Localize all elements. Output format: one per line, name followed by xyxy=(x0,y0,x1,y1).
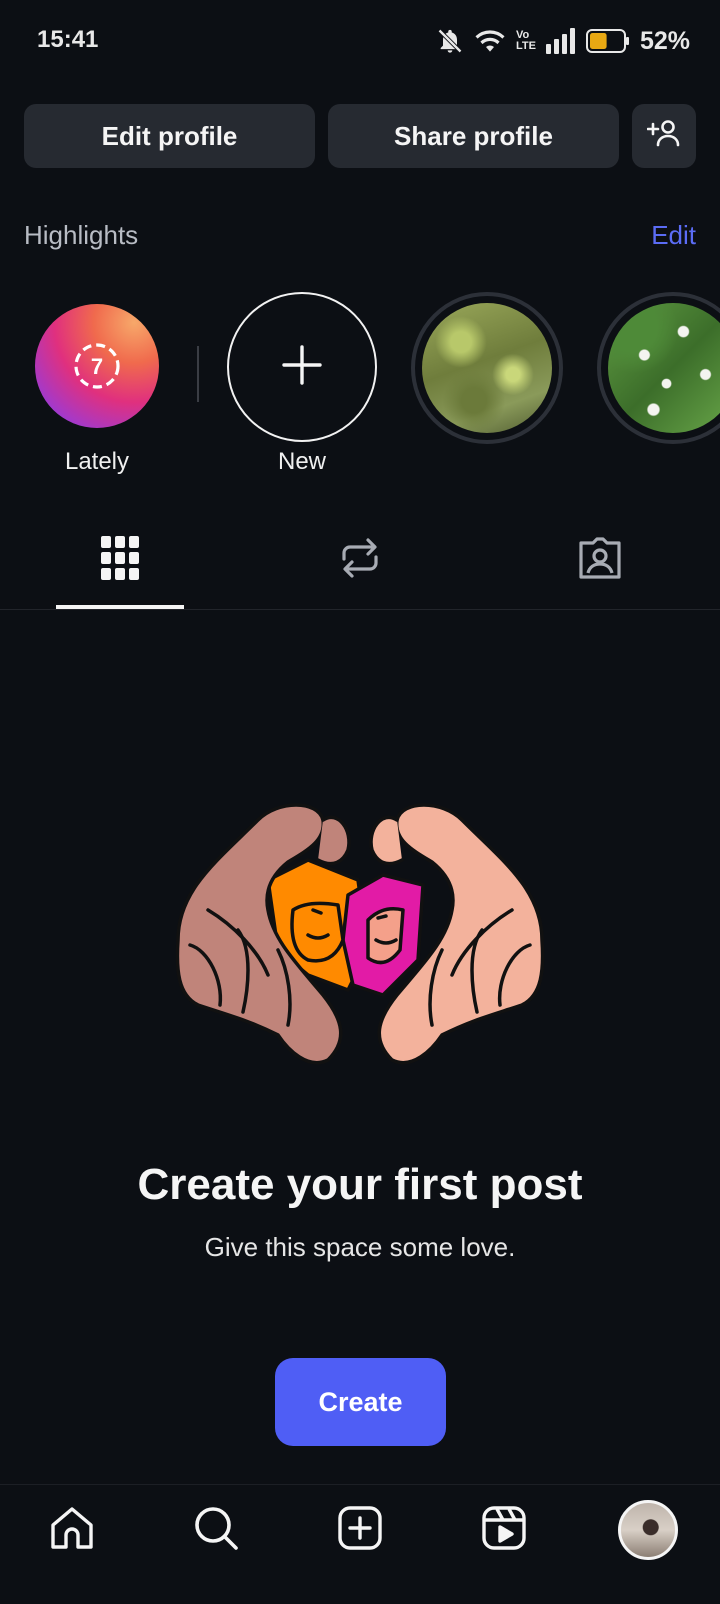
nav-home[interactable] xyxy=(12,1485,132,1575)
highlight-photo-2[interactable] xyxy=(597,292,720,444)
plus-icon xyxy=(280,343,324,392)
tab-grid[interactable] xyxy=(56,510,184,610)
highlight-photo-thumbnail xyxy=(422,303,552,433)
empty-state-subtitle: Give this space some love. xyxy=(204,1232,516,1262)
reels-icon xyxy=(481,1505,527,1556)
status-time: 15:41 xyxy=(37,26,99,53)
highlights-title: Highlights xyxy=(24,220,139,250)
tab-selected-indicator xyxy=(56,605,184,609)
highlight-photo-ring xyxy=(597,292,720,444)
highlight-photo-1[interactable] xyxy=(411,292,563,444)
create-post-button[interactable]: Create xyxy=(275,1358,446,1446)
share-profile-button[interactable]: Share profile xyxy=(328,104,619,168)
bottom-nav xyxy=(0,1484,720,1604)
empty-state-title: Create your first post xyxy=(137,1160,583,1209)
nav-create[interactable] xyxy=(300,1485,420,1575)
add-user-icon xyxy=(646,118,681,155)
home-icon xyxy=(49,1505,95,1556)
tab-tagged[interactable] xyxy=(536,510,664,610)
tagged-icon xyxy=(577,535,623,586)
avatar xyxy=(618,1500,678,1560)
battery-icon xyxy=(585,29,630,53)
nav-search[interactable] xyxy=(156,1485,276,1575)
profile-tabs xyxy=(0,510,720,610)
add-user-button[interactable] xyxy=(632,104,696,168)
lately-circle: 7 xyxy=(35,304,159,428)
status-icons: Vo LTE 52% xyxy=(436,24,690,58)
highlights-divider xyxy=(197,346,199,402)
search-icon xyxy=(193,1505,239,1556)
battery-percent: 52% xyxy=(639,26,690,55)
highlights-edit-link[interactable]: Edit xyxy=(651,220,696,251)
volte-label-bottom: LTE xyxy=(515,40,536,52)
plus-square-icon xyxy=(337,1505,383,1556)
lately-badge-number: 7 xyxy=(91,354,103,379)
highlight-photo-thumbnail xyxy=(608,303,720,433)
nav-reels[interactable] xyxy=(444,1485,564,1575)
heart-hands-illustration xyxy=(168,800,552,1070)
repost-icon xyxy=(340,535,380,586)
wifi-icon xyxy=(474,27,506,55)
highlight-new[interactable]: New xyxy=(226,292,378,475)
lately-badge-icon: 7 xyxy=(74,343,120,389)
edit-profile-button[interactable]: Edit profile xyxy=(24,104,315,168)
bell-muted-icon xyxy=(436,27,464,55)
highlight-lately[interactable]: 7 Lately xyxy=(34,292,160,475)
highlight-photo-ring xyxy=(411,292,563,444)
new-highlight-circle xyxy=(227,292,377,442)
highlight-label: Lately xyxy=(64,448,130,475)
nav-profile[interactable] xyxy=(588,1485,708,1575)
volte-icon: Vo LTE xyxy=(516,30,536,52)
highlight-label: New xyxy=(277,448,326,475)
signal-icon xyxy=(545,28,576,54)
status-bar: 15:41 Vo LTE 52% xyxy=(0,0,720,84)
grid-icon xyxy=(101,535,139,585)
profile-actions: Edit profile Share profile xyxy=(24,104,696,168)
tab-reposts[interactable] xyxy=(296,510,424,610)
